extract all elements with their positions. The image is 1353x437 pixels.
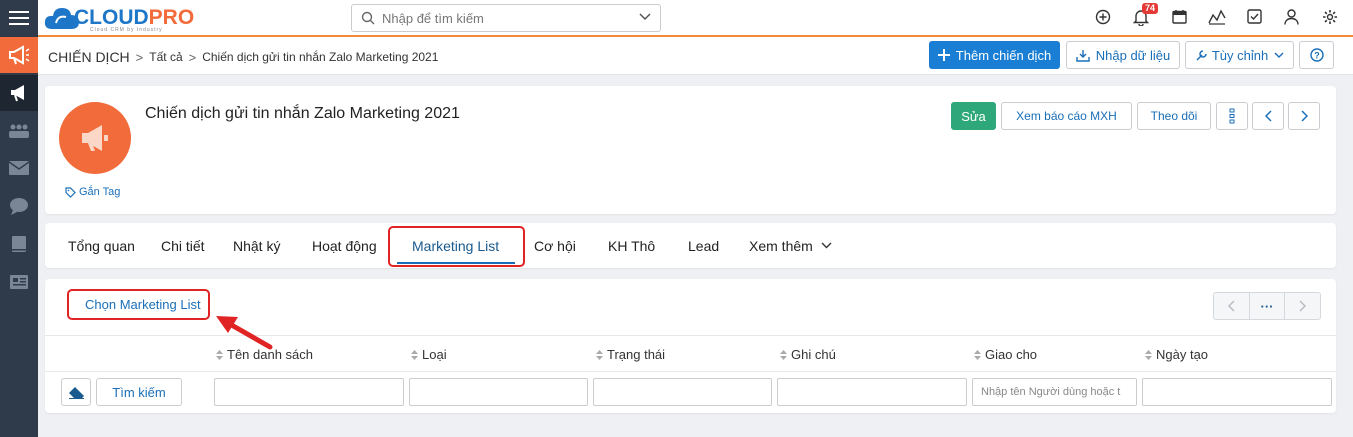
svg-text:?: ? — [1314, 51, 1320, 61]
highlight-box-choose — [67, 289, 210, 320]
chevron-down-icon — [821, 242, 832, 249]
breadcrumb-separator: > — [188, 49, 197, 65]
sort-icon — [596, 349, 603, 360]
tab-overview[interactable]: Tổng quan — [68, 223, 135, 268]
tab-more[interactable]: Xem thêm — [749, 223, 832, 268]
column-header-note[interactable]: Ghi chú — [780, 347, 836, 362]
tab-activities[interactable]: Hoạt động — [312, 223, 377, 268]
people-icon[interactable] — [0, 113, 38, 149]
global-search[interactable] — [351, 4, 661, 32]
megaphone-icon — [82, 125, 108, 151]
filter-name-input[interactable] — [214, 378, 404, 406]
import-data-button[interactable]: Nhập dữ liệu — [1066, 41, 1180, 69]
filter-status-input[interactable] — [593, 378, 772, 406]
add-tag-link[interactable]: Gắn Tag — [65, 186, 120, 198]
sort-icon — [411, 349, 418, 360]
tab-raw-customers[interactable]: KH Thô — [608, 223, 655, 268]
tab-details[interactable]: Chi tiết — [161, 223, 205, 268]
clear-filter-button[interactable] — [61, 378, 91, 406]
campaign-megaphone-icon[interactable] — [0, 37, 38, 73]
newspaper-icon[interactable] — [0, 264, 38, 300]
customize-button[interactable]: Tùy chỉnh — [1185, 41, 1294, 69]
help-button[interactable]: ? — [1299, 41, 1334, 69]
tag-icon — [65, 186, 76, 198]
breadcrumb-separator: > — [135, 49, 144, 65]
column-header-type[interactable]: Loại — [411, 347, 447, 362]
next-record-button[interactable] — [1288, 102, 1320, 130]
megaphone-icon[interactable] — [0, 75, 38, 111]
book-icon[interactable] — [0, 226, 38, 262]
calendar-icon[interactable] — [1172, 9, 1187, 24]
vertical-dots-icon — [1229, 108, 1235, 124]
record-tabs: Tổng quan Chi tiết Nhật ký Hoạt động Mar… — [45, 223, 1336, 268]
annotation-arrow-icon — [216, 316, 273, 350]
filter-note-input[interactable] — [777, 378, 967, 406]
column-header-assignee[interactable]: Giao cho — [974, 347, 1037, 362]
search-input[interactable] — [382, 9, 622, 27]
column-header-status[interactable]: Trạng thái — [596, 347, 665, 362]
tab-opportunities[interactable]: Cơ hội — [534, 223, 576, 268]
wrench-icon — [1196, 49, 1207, 61]
filter-row: Tìm kiếm — [45, 373, 1336, 411]
checkbox-icon[interactable] — [1247, 9, 1262, 24]
mail-icon[interactable] — [0, 150, 38, 186]
chevron-left-icon — [1264, 110, 1272, 122]
help-icon: ? — [1309, 48, 1324, 62]
chevron-down-icon — [1274, 52, 1284, 58]
plus-icon — [937, 49, 950, 61]
logo-subtitle: Cloud CRM by Industry — [90, 27, 163, 33]
tab-lead[interactable]: Lead — [688, 223, 719, 268]
breadcrumb: CHIẾN DỊCH > Tất cả > Chiến dịch gửi tin… — [48, 49, 438, 65]
cloud-logo-icon — [44, 8, 79, 29]
filter-assignee-input[interactable] — [972, 378, 1137, 406]
plus-circle-icon[interactable] — [1095, 9, 1111, 25]
add-campaign-button[interactable]: Thêm chiến dịch — [929, 41, 1060, 69]
user-icon[interactable] — [1284, 9, 1299, 25]
menu-icon[interactable] — [0, 0, 38, 36]
tab-log[interactable]: Nhật ký — [233, 223, 280, 268]
top-header: CLOUDPRO Cloud CRM by Industry 74 — [38, 0, 1353, 37]
page-more-button[interactable]: ··· — [1250, 293, 1286, 319]
chevron-right-icon — [1300, 110, 1308, 122]
breadcrumb-bar: CHIẾN DỊCH > Tất cả > Chiến dịch gửi tin… — [38, 37, 1353, 75]
gear-icon[interactable] — [1322, 9, 1338, 25]
chevron-right-icon — [1299, 300, 1307, 312]
sort-icon — [216, 349, 223, 360]
record-title: Chiến dịch gửi tin nhắn Zalo Marketing 2… — [145, 105, 460, 122]
pagination: ··· — [1213, 292, 1321, 320]
edit-button[interactable]: Sửa — [951, 102, 996, 130]
breadcrumb-current: Chiến dịch gửi tin nhắn Zalo Marketing 2… — [202, 50, 439, 64]
chat-icon[interactable] — [0, 188, 38, 224]
eraser-icon — [68, 386, 84, 399]
sort-icon — [974, 349, 981, 360]
filter-type-input[interactable] — [409, 378, 588, 406]
logo[interactable]: CLOUDPRO Cloud CRM by Industry — [44, 4, 194, 33]
chart-icon[interactable] — [1208, 9, 1226, 25]
sort-icon — [780, 349, 787, 360]
view-social-report-button[interactable]: Xem báo cáo MXH — [1001, 102, 1132, 130]
left-sidebar — [0, 0, 38, 437]
record-avatar[interactable] — [59, 102, 131, 174]
record-header-card: Gắn Tag Chiến dịch gửi tin nhắn Zalo Mar… — [45, 86, 1336, 214]
breadcrumb-root[interactable]: CHIẾN DỊCH — [48, 49, 130, 65]
filter-created-input[interactable] — [1142, 378, 1332, 406]
chevron-down-icon[interactable] — [639, 13, 651, 21]
highlight-box-tab — [388, 226, 525, 267]
breadcrumb-all[interactable]: Tất cả — [149, 50, 182, 64]
page-next-button[interactable] — [1285, 293, 1320, 319]
notification-badge: 74 — [1142, 3, 1159, 14]
download-icon — [1076, 49, 1090, 62]
search-icon — [361, 11, 375, 25]
previous-record-button[interactable] — [1252, 102, 1284, 130]
sort-icon — [1145, 349, 1152, 360]
column-header-created[interactable]: Ngày tạo — [1145, 347, 1208, 362]
more-actions-button[interactable] — [1216, 102, 1248, 130]
page-prev-button[interactable] — [1214, 293, 1250, 319]
chevron-left-icon — [1227, 300, 1235, 312]
follow-button[interactable]: Theo dõi — [1137, 102, 1211, 130]
search-button[interactable]: Tìm kiếm — [96, 378, 182, 406]
